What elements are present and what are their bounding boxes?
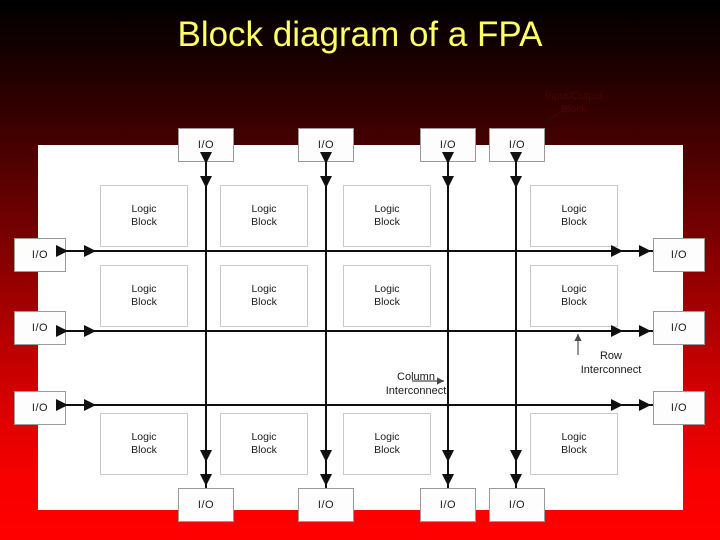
row-interconnect-line-2 (38, 330, 683, 332)
logic-block: Logic Block (343, 265, 431, 327)
io-label: I/O (197, 139, 215, 151)
io-annotation-line2: Block (561, 103, 587, 115)
io-annotation-line1: Input/Output (545, 90, 603, 102)
io-label: I/O (31, 249, 49, 261)
io-label: I/O (31, 402, 49, 414)
column-interconnect-line-2 (325, 145, 327, 510)
io-label: I/O (670, 249, 688, 261)
logic-block: Logic Block (100, 185, 188, 247)
logic-block-label: Logic Block (251, 431, 277, 456)
io-label: I/O (31, 322, 49, 334)
io-block-bottom-4[interactable]: I/O (489, 488, 545, 522)
io-label: I/O (197, 499, 215, 511)
logic-block-label: Logic Block (131, 283, 157, 308)
logic-block: Logic Block (220, 413, 308, 475)
logic-block-label: Logic Block (374, 431, 400, 456)
logic-block: Logic Block (530, 265, 618, 327)
io-block-bottom-1[interactable]: I/O (178, 488, 234, 522)
io-label: I/O (317, 139, 335, 151)
logic-block-label: Logic Block (561, 431, 587, 456)
io-block-top-2[interactable]: I/O (298, 128, 354, 162)
logic-block: Logic Block (220, 265, 308, 327)
logic-block-label: Logic Block (251, 203, 277, 228)
io-block-left-1[interactable]: I/O (14, 238, 66, 272)
row-interconnect-line-1 (38, 250, 683, 252)
io-label: I/O (317, 499, 335, 511)
logic-block: Logic Block (343, 185, 431, 247)
io-block-top-4[interactable]: I/O (489, 128, 545, 162)
io-block-left-2[interactable]: I/O (14, 311, 66, 345)
logic-block-label: Logic Block (131, 203, 157, 228)
input-output-block-annotation: Input/Output Block (545, 90, 603, 116)
io-label: I/O (508, 139, 526, 151)
page-title: Block diagram of a FPA (177, 15, 543, 54)
logic-block: Logic Block (530, 413, 618, 475)
logic-block: Logic Block (100, 413, 188, 475)
row-interconnect-line1: Row (599, 350, 622, 362)
slide-canvas: Block diagram of a FPA Input/Output Bloc… (0, 0, 720, 540)
logic-block: Logic Block (343, 413, 431, 475)
io-block-top-1[interactable]: I/O (178, 128, 234, 162)
diagram-panel: Logic Block Logic Block Logic Block Logic Bl… (38, 145, 683, 510)
io-block-left-3[interactable]: I/O (14, 391, 66, 425)
column-interconnect-line2: Interconnect (385, 385, 447, 397)
logic-block: Logic Block (220, 185, 308, 247)
logic-block-label: Logic Block (131, 431, 157, 456)
io-label: I/O (508, 499, 526, 511)
logic-block-label: Logic Block (561, 203, 587, 228)
io-block-top-3[interactable]: I/O (420, 128, 476, 162)
io-label: I/O (439, 499, 457, 511)
io-label: I/O (670, 322, 688, 334)
column-interconnect-line-1 (205, 145, 207, 510)
row-interconnect-annotation: Row Interconnect (551, 349, 671, 377)
logic-block-label: Logic Block (374, 283, 400, 308)
column-interconnect-line-4 (515, 145, 517, 510)
logic-block-label: Logic Block (251, 283, 277, 308)
column-interconnect-line1: Column (397, 371, 435, 383)
logic-block-label: Logic Block (374, 203, 400, 228)
row-interconnect-line-3 (38, 404, 683, 406)
row-interconnect-line2: Interconnect (580, 364, 642, 376)
io-block-right-1[interactable]: I/O (653, 238, 705, 272)
logic-block-label: Logic Block (561, 283, 587, 308)
io-block-right-2[interactable]: I/O (653, 311, 705, 345)
io-label: I/O (439, 139, 457, 151)
logic-block: Logic Block (530, 185, 618, 247)
logic-block: Logic Block (100, 265, 188, 327)
io-block-right-3[interactable]: I/O (653, 391, 705, 425)
io-label: I/O (670, 402, 688, 414)
io-block-bottom-3[interactable]: I/O (420, 488, 476, 522)
column-interconnect-line-3 (447, 145, 449, 510)
column-interconnect-annotation: Column Interconnect (356, 370, 476, 398)
io-block-bottom-2[interactable]: I/O (298, 488, 354, 522)
